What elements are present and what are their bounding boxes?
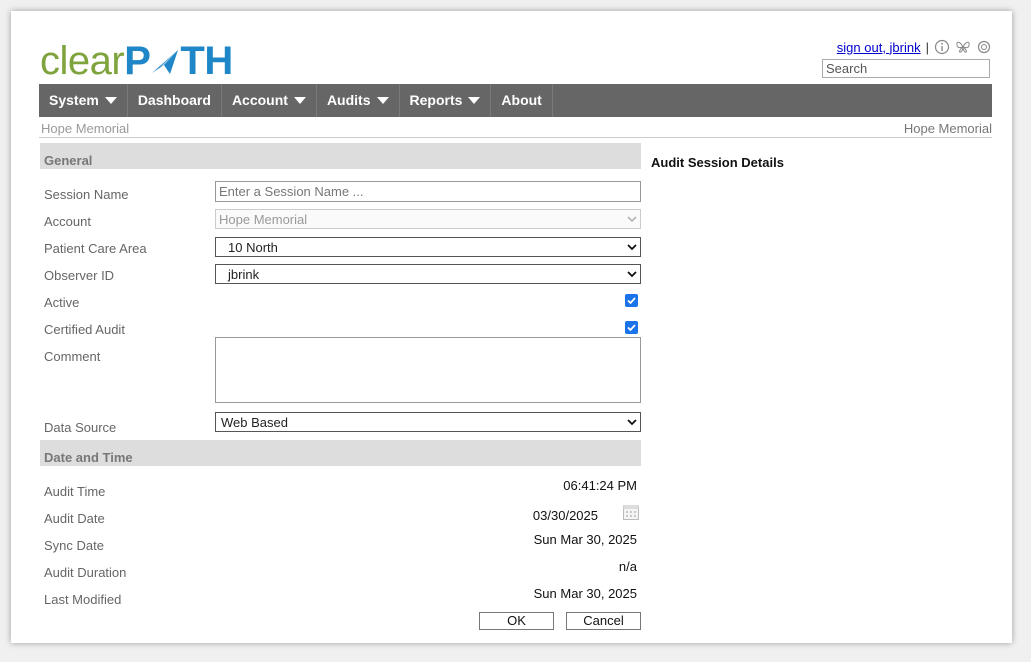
audit-duration-value: n/a: [618, 559, 637, 574]
observer-id-label: Observer ID: [44, 268, 115, 283]
caret-down-icon: [293, 97, 306, 104]
sync-date-value: Sun Mar 30, 2025: [533, 532, 637, 547]
active-checkbox[interactable]: [625, 294, 638, 307]
main-nav: System Dashboard Account Audits Reports …: [39, 84, 992, 117]
session-name-input[interactable]: [215, 181, 641, 202]
breadcrumb-account: Hope Memorial: [903, 121, 992, 136]
nav-system[interactable]: System: [39, 84, 128, 117]
support-icon[interactable]: [976, 39, 992, 55]
chevron-down-icon: [627, 271, 637, 278]
calendar-icon[interactable]: [622, 503, 640, 521]
logo-text-th: TH: [180, 39, 233, 83]
info-icon[interactable]: [934, 39, 950, 55]
patient-care-area-select[interactable]: 10 North: [215, 237, 641, 257]
logo-text-clear: clear: [40, 39, 125, 83]
check-icon: [627, 324, 636, 332]
comment-label: Comment: [44, 349, 101, 364]
separator: |: [925, 39, 929, 55]
sign-out-link[interactable]: sign out, jbrink: [837, 40, 921, 55]
sync-date-label: Sync Date: [44, 538, 104, 553]
audit-date-value[interactable]: 03/30/2025: [533, 508, 598, 523]
nav-about[interactable]: About: [491, 84, 553, 117]
divider: [39, 137, 992, 138]
session-name-label: Session Name: [44, 187, 129, 202]
butterfly-icon[interactable]: [955, 39, 971, 55]
caret-down-icon: [376, 97, 389, 104]
date-time-section-header: Date and Time: [40, 440, 641, 466]
logo-paper-plane-icon: [152, 50, 179, 74]
account-label: Account: [44, 214, 91, 229]
nav-account[interactable]: Account: [222, 84, 317, 117]
patient-care-area-label: Patient Care Area: [44, 241, 147, 256]
breadcrumb[interactable]: Hope Memorial: [41, 121, 129, 136]
audit-time-label: Audit Time: [44, 484, 106, 499]
comment-textarea[interactable]: [215, 337, 641, 403]
general-section-header: General: [40, 143, 641, 169]
chevron-down-icon: [627, 419, 637, 426]
caret-down-icon: [468, 97, 481, 104]
audit-time-value: 06:41:24 PM: [563, 478, 637, 493]
certified-audit-checkbox[interactable]: [625, 321, 638, 334]
audit-date-label: Audit Date: [44, 511, 105, 526]
last-modified-label: Last Modified: [44, 592, 122, 607]
nav-dashboard[interactable]: Dashboard: [128, 84, 222, 117]
nav-audits[interactable]: Audits: [317, 84, 400, 117]
observer-id-select[interactable]: jbrink: [215, 264, 641, 284]
cancel-button[interactable]: Cancel: [566, 612, 641, 630]
app-window: clearP TH sign out, jbrink | System Dashb…: [11, 11, 1012, 643]
account-select: Hope Memorial: [215, 209, 641, 229]
certified-audit-label: Certified Audit: [44, 322, 125, 337]
active-label: Active: [44, 295, 80, 310]
ok-button[interactable]: OK: [479, 612, 554, 630]
chevron-down-icon: [627, 244, 637, 251]
logo-text-p: P: [124, 39, 151, 83]
audit-session-details-title: Audit Session Details: [651, 155, 784, 170]
audit-duration-label: Audit Duration: [44, 565, 127, 580]
search-input[interactable]: [822, 59, 990, 78]
chevron-down-icon: [627, 216, 637, 223]
caret-down-icon: [104, 97, 117, 104]
check-icon: [627, 297, 636, 305]
data-source-label: Data Source: [44, 420, 117, 435]
nav-reports[interactable]: Reports: [400, 84, 492, 117]
user-bar: sign out, jbrink |: [837, 39, 992, 55]
last-modified-value: Sun Mar 30, 2025: [533, 586, 637, 601]
data-source-select[interactable]: Web Based: [215, 412, 641, 432]
clearpath-logo: clearP TH: [40, 37, 233, 85]
